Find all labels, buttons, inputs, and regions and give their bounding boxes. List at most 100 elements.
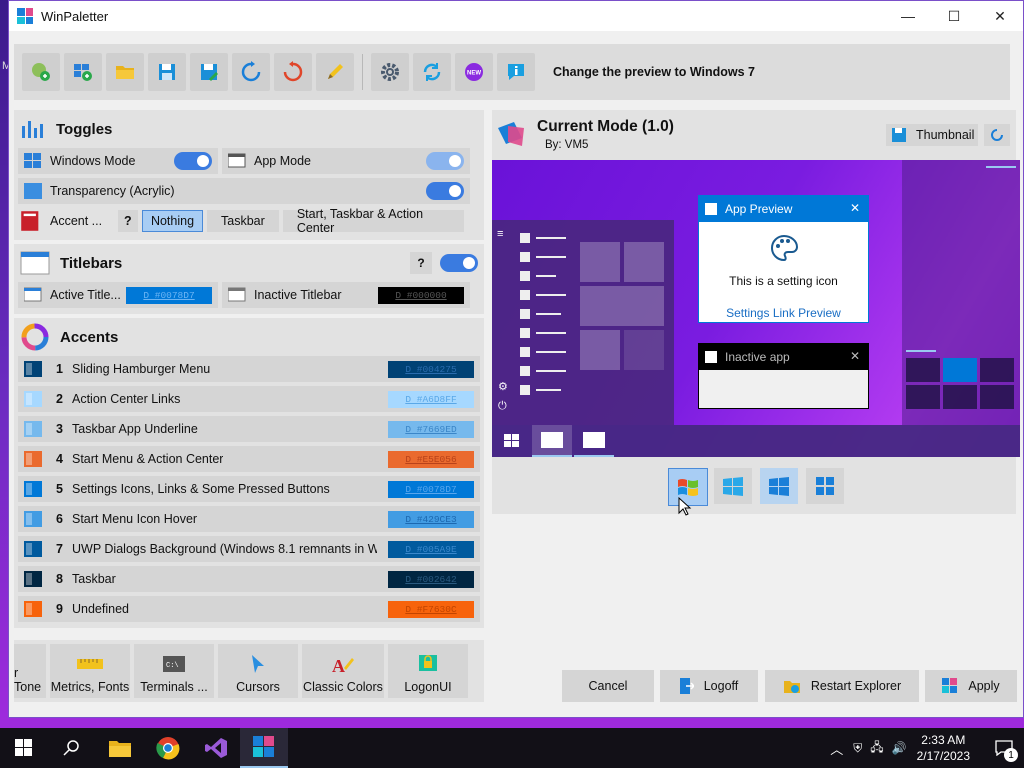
apply-button[interactable]: Apply [925, 670, 1017, 702]
palette-new-icon [32, 63, 50, 81]
titlebars-title: Titlebars [60, 254, 123, 272]
refresh-icon [991, 129, 1003, 141]
preview-app-window: App Preview ✕ This is a setting icon Set… [698, 195, 869, 323]
logoff-button[interactable]: Logoff [660, 670, 758, 702]
accent-color-swatch[interactable]: D #004275 [388, 361, 474, 378]
refresh-button[interactable] [232, 53, 270, 91]
accent-number: 2 [56, 392, 63, 406]
apply-icon [942, 678, 958, 693]
windows-7-logo-icon [678, 479, 698, 496]
taskbar-winpaletter[interactable] [240, 728, 288, 768]
accent-color-swatch[interactable]: D #0078D7 [388, 481, 474, 498]
titlebars-toggle[interactable] [440, 254, 478, 272]
tray-volume-icon[interactable]: 🔊 [892, 741, 907, 755]
accent-row: 2 Action Center Links D #A6D8FF [18, 386, 480, 412]
tray-security-icon[interactable]: ⛨ [853, 741, 862, 756]
cancel-label: Cancel [588, 679, 628, 693]
accent-color-swatch[interactable]: D #002642 [388, 571, 474, 588]
preview-win10-button[interactable] [760, 468, 798, 504]
restart-explorer-button[interactable]: Restart Explorer [765, 670, 919, 702]
accent-item-icon [24, 571, 42, 587]
refresh-preview-button[interactable] [984, 124, 1010, 146]
notification-count: 1 [1004, 748, 1018, 762]
new-from-default-button[interactable] [64, 53, 102, 91]
accent-label: Start Menu Icon Hover [72, 512, 198, 526]
winpaletter-logo-icon [17, 8, 33, 24]
svg-text:C:\: C:\ [166, 662, 179, 670]
app-mode-toggle[interactable] [426, 152, 464, 170]
new-from-theme-button[interactable] [22, 53, 60, 91]
tab-metrics-fonts[interactable]: Metrics, Fonts [50, 644, 130, 698]
preview-setting-text: This is a setting icon [729, 274, 838, 288]
open-button[interactable] [106, 53, 144, 91]
transparency-toggle[interactable] [426, 182, 464, 200]
close-button[interactable]: ✕ [977, 1, 1023, 31]
accent-row: 4 Start Menu & Action Center D #E5E056 [18, 446, 480, 472]
accent-color-swatch[interactable]: D #005A9E [388, 541, 474, 558]
accent-color-swatch[interactable]: D #E5E056 [388, 451, 474, 468]
preview-action-tiles [906, 358, 1018, 409]
accent-item-icon [24, 451, 42, 467]
tab-terminals[interactable]: C:\ Terminals ... [134, 644, 214, 698]
accent-option-taskbar[interactable]: Taskbar [207, 210, 279, 232]
active-titlebar-color[interactable]: D #0078D7 [126, 287, 212, 304]
preview-header: Current Mode (1.0) By: VM5 Thumbnail [492, 110, 1016, 160]
minimize-button[interactable]: — [885, 1, 931, 31]
taskbar-visual-studio[interactable] [192, 728, 240, 768]
accent-help-button[interactable]: ? [117, 210, 138, 232]
accent-number: 6 [56, 512, 63, 526]
accent-color-swatch[interactable]: D #7669ED [388, 421, 474, 438]
windows-taskbar: ︿ ⛨ 🖧 🔊 2:33 AM 2/17/2023 1 [0, 728, 1024, 768]
titlebars-help-button[interactable]: ? [410, 252, 432, 274]
chrome-icon [156, 737, 180, 760]
preview-win8-button[interactable] [714, 468, 752, 504]
thumbnail-button[interactable]: Thumbnail [886, 124, 978, 146]
accent-row: 8 Taskbar D #002642 [18, 566, 480, 592]
inactive-titlebar-color[interactable]: D #000000 [378, 287, 464, 304]
windows-8-logo-icon [723, 477, 743, 496]
tab-win-tone[interactable]: r Tone [14, 644, 46, 698]
accent-color-swatch[interactable]: D #F7630C [388, 601, 474, 618]
preview-settings-link: Settings Link Preview [726, 306, 841, 320]
preview-action-center [902, 160, 1020, 425]
save-as-icon [201, 64, 218, 81]
tray-network-icon[interactable]: 🖧 [870, 738, 883, 759]
tray-chevron-icon[interactable]: ︿ [830, 739, 843, 758]
accent-color-swatch[interactable]: D #A6D8FF [388, 391, 474, 408]
tab-classic-colors[interactable]: A Classic Colors [302, 644, 384, 698]
start-button[interactable] [0, 728, 48, 768]
windows-mode-toggle[interactable] [174, 152, 212, 170]
taskbar-chrome[interactable] [144, 728, 192, 768]
whats-new-button[interactable]: NEW [455, 53, 493, 91]
preview-hamburger-icon: ≡ [497, 228, 504, 240]
toggles-header: Toggles [14, 110, 484, 148]
tab-logonui[interactable]: LogonUI [388, 644, 468, 698]
maximize-button[interactable]: ☐ [931, 1, 977, 31]
restore-default-button[interactable] [274, 53, 312, 91]
accent-row: 5 Settings Icons, Links & Some Pressed Bu… [18, 476, 480, 502]
accent-number: 9 [56, 602, 63, 616]
accent-option-nothing[interactable]: Nothing [141, 210, 204, 232]
tab-cursors[interactable]: Cursors [218, 644, 298, 698]
accent-option-start-taskbar-ac[interactable]: Start, Taskbar & Action Center [282, 207, 464, 235]
save-button[interactable] [148, 53, 186, 91]
preview-win11-button[interactable] [806, 468, 844, 504]
accent-color-swatch[interactable]: D #429CE3 [388, 511, 474, 528]
taskbar-file-explorer[interactable] [96, 728, 144, 768]
accent-label: Accent ... [50, 214, 103, 228]
toggles-section: Toggles Windows Mode App Mode Transparen… [14, 110, 484, 240]
save-as-button[interactable] [190, 53, 228, 91]
notification-button[interactable]: 1 [984, 728, 1024, 768]
edit-info-button[interactable] [316, 53, 354, 91]
accent-row: 1 Sliding Hamburger Menu D #004275 [18, 356, 480, 382]
search-button[interactable] [48, 728, 96, 768]
save-thumbnail-icon [892, 128, 906, 142]
about-button[interactable] [497, 53, 535, 91]
cancel-button[interactable]: Cancel [562, 670, 654, 702]
update-button[interactable] [413, 53, 451, 91]
tray-clock[interactable]: 2:33 AM 2/17/2023 [917, 732, 970, 764]
search-icon [63, 740, 79, 756]
pencil-icon [328, 64, 343, 79]
app-window-icon [228, 153, 246, 168]
settings-button[interactable] [371, 53, 409, 91]
